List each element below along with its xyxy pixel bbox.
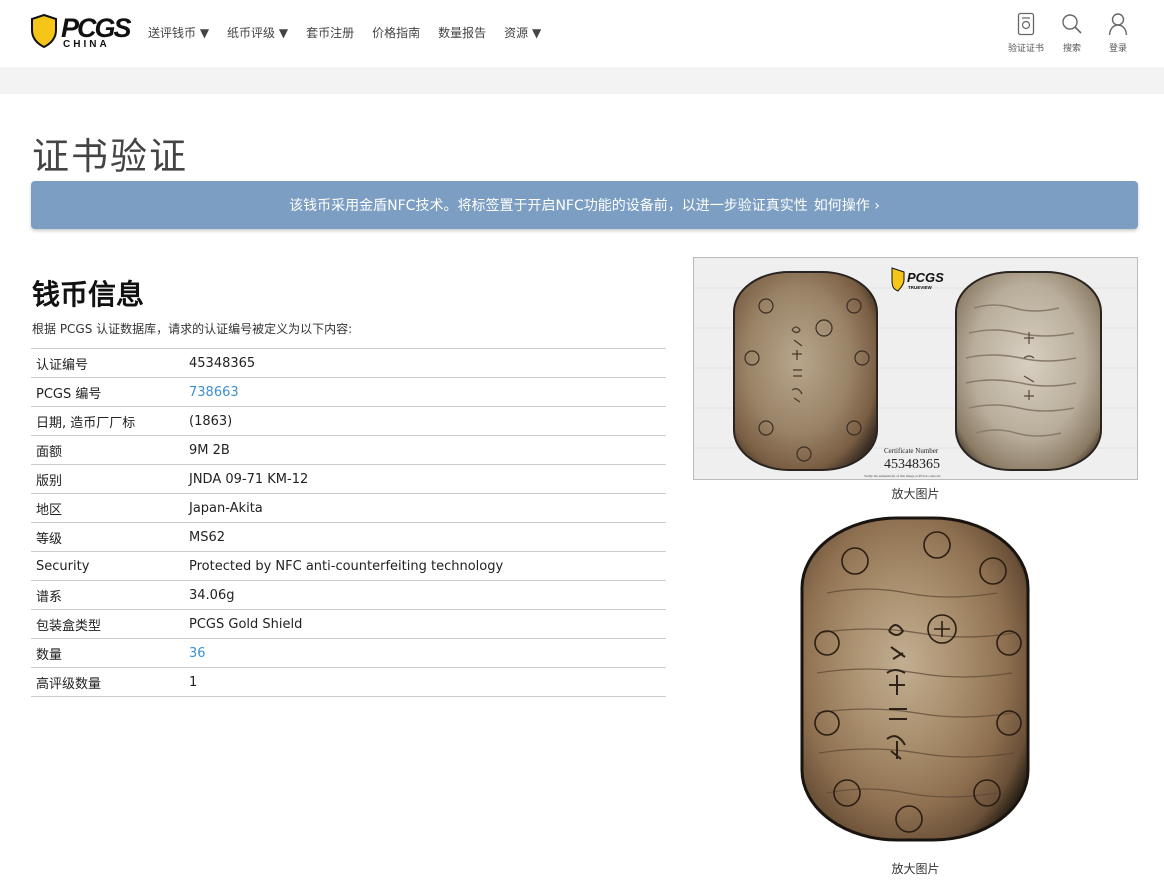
coin-info-intro: 根据 PCGS 认证数据库，请求的认证编号被定义为以下内容: — [32, 322, 353, 336]
nav-item-pop-report[interactable]: 数量报告 — [438, 24, 486, 41]
row-value-grade: MS62 — [189, 522, 666, 552]
row-key-pcgs-number: PCGS 编号 — [31, 377, 189, 407]
table-row: 高评级数量 1 — [31, 667, 666, 697]
main-nav: 送评钱币 ▼ 纸币评级 ▼ 套币注册 价格指南 数量报告 资源 ▼ — [148, 24, 559, 41]
table-row: 认证编号 45348365 — [31, 348, 666, 378]
header-tools: 验证证书 搜索 登录 — [1000, 12, 1138, 54]
row-value-holder-type: PCGS Gold Shield — [189, 609, 666, 639]
nav-item-price-guide[interactable]: 价格指南 — [372, 24, 420, 41]
row-key-region: 地区 — [31, 493, 189, 523]
coin-obverse-image[interactable] — [797, 513, 1033, 850]
search-icon — [1062, 14, 1082, 34]
login-button[interactable]: 登录 — [1098, 12, 1138, 54]
row-key-date-mint: 日期, 造币厂厂标 — [31, 406, 189, 436]
row-value-denomination: 9M 2B — [189, 435, 666, 465]
shield-icon — [31, 14, 57, 48]
slab-logo-subtext: TRUEVIEW — [908, 285, 933, 290]
row-value-cert-number: 45348365 — [189, 348, 666, 378]
header-divider-band — [0, 67, 1164, 94]
enlarge-image-link-1[interactable]: 放大图片 — [693, 485, 1138, 502]
row-key-cert-number: 认证编号 — [31, 348, 189, 378]
nav-item-banknote-grading[interactable]: 纸币评级 ▼ — [227, 24, 288, 41]
logo-subtext: CHINA — [63, 39, 110, 50]
certificate-icon — [1017, 12, 1035, 36]
row-key-grade: 等级 — [31, 522, 189, 552]
slab-cert-number: 45348365 — [884, 457, 940, 472]
nav-item-set-registry[interactable]: 套币注册 — [306, 24, 354, 41]
pcgs-logo[interactable]: PCGS CHINA — [31, 13, 132, 51]
search-label: 搜索 — [1062, 44, 1081, 54]
slab-illustration: PCGS TRUEVIEW Certificate Number 4534836… — [694, 258, 1137, 479]
table-row: 版别 JNDA 09-71 KM-12 — [31, 464, 666, 494]
table-row: Security Protected by NFC anti-counterfei… — [31, 551, 666, 581]
row-key-security: Security — [31, 551, 189, 581]
row-value-date-mint: (1863) — [189, 406, 666, 436]
row-value-pedigree: 34.06g — [189, 580, 666, 610]
row-value-security: Protected by NFC anti-counterfeiting tec… — [189, 551, 666, 581]
search-button[interactable]: 搜索 — [1052, 12, 1092, 54]
nfc-how-to-link[interactable]: 如何操作 › — [814, 195, 880, 215]
table-row: 谱系 34.06g — [31, 580, 666, 610]
nav-item-submit-coins[interactable]: 送评钱币 ▼ — [148, 24, 209, 41]
table-row: 日期, 造币厂厂标 (1863) — [31, 406, 666, 436]
row-key-pedigree: 谱系 — [31, 580, 189, 610]
nav-item-resources[interactable]: 资源 ▼ — [504, 24, 541, 41]
table-row: 数量 36 — [31, 638, 666, 668]
table-row: 地区 Japan-Akita — [31, 493, 666, 523]
verify-cert-button[interactable]: 验证证书 — [1006, 12, 1046, 54]
table-row: 等级 MS62 — [31, 522, 666, 552]
row-value-region: Japan-Akita — [189, 493, 666, 523]
table-row: PCGS 编号 738663 — [31, 377, 666, 407]
slab-cert-label: Certificate Number — [884, 447, 939, 455]
nfc-banner-text: 该钱币采用金盾NFC技术。将标签置于开启NFC功能的设备前，以进一步验证真实性 — [289, 198, 808, 214]
site-header: PCGS CHINA 送评钱币 ▼ 纸币评级 ▼ 套币注册 价格指南 数量报告 … — [0, 0, 1164, 67]
page-title: 证书验证 — [32, 135, 188, 178]
coin-info-title: 钱币信息 — [32, 278, 145, 311]
row-key-population: 数量 — [31, 638, 189, 668]
pcgs-number-link[interactable]: 738663 — [189, 377, 666, 407]
row-value-variety: JNDA 09-71 KM-12 — [189, 464, 666, 494]
table-row: 包装盒类型 PCGS Gold Shield — [31, 609, 666, 639]
user-icon — [1108, 13, 1128, 36]
coin-info-table: 认证编号 45348365 PCGS 编号 738663 日期, 造币厂厂标 (186… — [31, 348, 666, 697]
row-key-pop-higher: 高评级数量 — [31, 667, 189, 697]
row-key-denomination: 面额 — [31, 435, 189, 465]
population-link[interactable]: 36 — [189, 638, 666, 668]
row-key-holder-type: 包装盒类型 — [31, 609, 189, 639]
slab-logo-text: PCGS — [907, 270, 944, 285]
row-value-pop-higher: 1 — [189, 667, 666, 697]
trueview-slab-image[interactable]: PCGS TRUEVIEW Certificate Number 4534836… — [693, 257, 1138, 480]
enlarge-image-link-2[interactable]: 放大图片 — [693, 860, 1138, 877]
login-label: 登录 — [1108, 44, 1127, 54]
nfc-banner: 该钱币采用金盾NFC技术。将标签置于开启NFC功能的设备前，以进一步验证真实性 … — [31, 181, 1138, 229]
table-row: 面额 9M 2B — [31, 435, 666, 465]
slab-verify-text: Verify the authenticity of this image at… — [864, 474, 941, 478]
verify-cert-label: 验证证书 — [1007, 44, 1044, 54]
row-key-variety: 版别 — [31, 464, 189, 494]
coin-illustration — [800, 516, 1030, 842]
